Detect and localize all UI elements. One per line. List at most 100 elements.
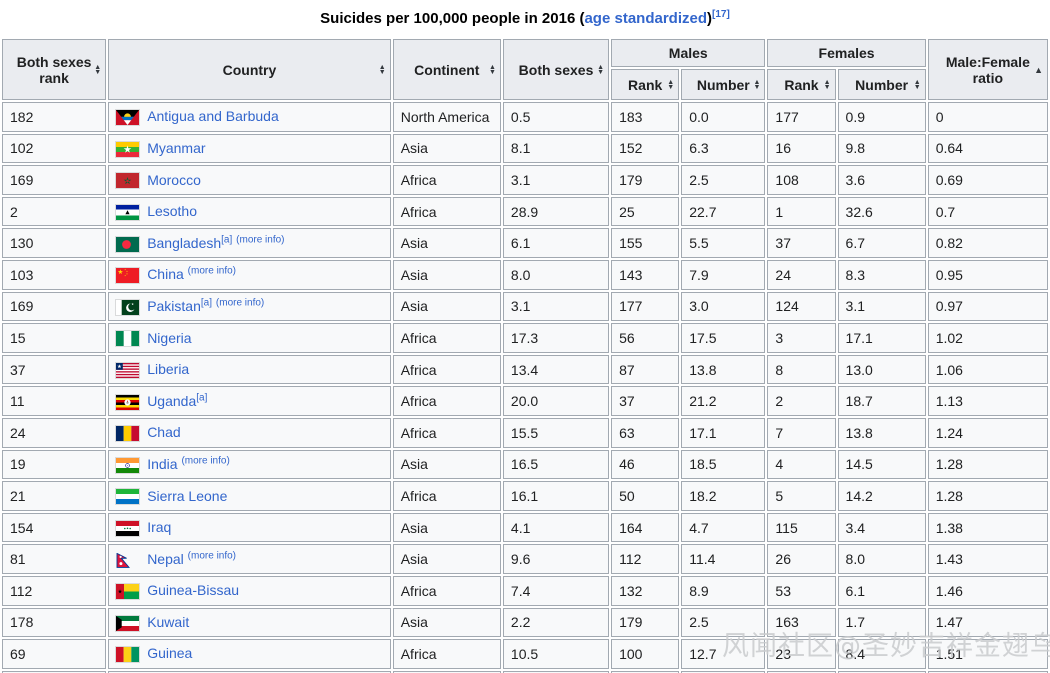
cell-male-number: 2.5 [681,165,766,195]
header-females-rank[interactable]: Rank ▲ ▼ [767,69,836,100]
cell-female-number: 6.1 [837,575,926,606]
cell-female-rank: 177 [767,102,836,132]
cell-male-rank: 100 [611,639,680,669]
cell-both-sexes-rank: 69 [2,639,107,669]
cell-male-rank: 63 [611,417,680,448]
cell-both-sexes: 16.1 [502,481,610,511]
table-row: 169 Pakistan[a] (more info) Asia 3.1 177 3.0 1… [2,291,1048,322]
cell-both-sexes: 28.9 [502,196,610,227]
cell-continent: Asia [392,607,501,638]
more-info-link[interactable]: (more info) [188,266,236,277]
cell-both-sexes-rank: 178 [2,607,107,638]
more-info-link[interactable]: (more info) [188,550,236,561]
header-both-sexes-rank[interactable]: Both sexes rank ▲ ▼ [2,39,107,100]
country-link[interactable]: Pakistan [147,298,201,314]
cell-female-rank: 23 [767,639,836,669]
cell-ratio: 0.69 [927,165,1048,195]
header-label: Number [696,76,750,93]
header-males-number[interactable]: Number ▲ ▼ [681,69,766,100]
cell-both-sexes: 3.1 [502,291,610,322]
country-link[interactable]: Iraq [147,519,171,535]
cell-country: Kuwait [108,607,391,638]
header-both-sexes[interactable]: Both sexes ▲ ▼ [502,39,610,100]
sort-both-icon: ▲ ▼ [488,63,496,76]
header-label: Both sexes rank [16,53,92,86]
reference-17-link[interactable]: [17] [712,9,730,20]
more-info-link[interactable]: (more info) [216,297,264,308]
more-info-link[interactable]: (more info) [236,234,284,245]
cell-female-number: 14.5 [837,449,926,480]
cell-female-number: 32.6 [837,196,926,227]
header-label: Continent [414,61,480,78]
cell-female-rank: 1 [767,196,836,227]
footnote-a-link[interactable]: [a] [201,297,212,308]
cell-both-sexes: 4.1 [502,512,610,543]
country-link[interactable]: Kuwait [147,614,189,630]
country-link[interactable]: Morocco [147,172,201,188]
cell-male-rank: 183 [611,102,680,132]
chad-flag-icon [115,425,141,443]
cell-male-rank: 152 [611,133,680,164]
cell-female-rank: 26 [767,544,836,574]
header-male-female-ratio[interactable]: Male:Female ratio ▲ [927,39,1048,100]
sort-both-icon: ▲ ▼ [667,78,675,91]
table-row: 69 Guinea Africa 10.5 100 12.7 23 8.4 1.51 [2,639,1048,669]
country-link[interactable]: Guinea-Bissau [147,582,239,598]
cell-male-rank: 177 [611,291,680,322]
country-link[interactable]: Bangladesh [147,235,221,251]
footnote-a-link[interactable]: [a] [196,392,207,403]
cell-male-number: 0.0 [681,102,766,132]
cell-female-rank: 8 [767,354,836,385]
cell-male-rank: 50 [611,481,680,511]
cell-ratio: 0.95 [927,259,1048,290]
table-row: 81 Nepal (more info) Asia 9.6 112 11.4 26 8.0 1.… [2,544,1048,574]
country-link[interactable]: Guinea [147,645,192,661]
cell-male-number: 5.5 [681,228,766,258]
cell-country: Guinea [108,639,391,669]
country-link[interactable]: Sierra Leone [147,488,227,504]
header-continent[interactable]: Continent ▲ ▼ [392,39,501,100]
cell-continent: Africa [392,354,501,385]
table-row: 178 Kuwait Asia 2.2 179 2.5 163 1.7 1.47 [2,607,1048,638]
header-females-number[interactable]: Number ▲ ▼ [837,69,926,100]
country-link[interactable]: Liberia [147,361,189,377]
iraq-flag-icon [115,519,141,537]
country-link[interactable]: Antigua and Barbuda [147,108,279,124]
header-males-rank[interactable]: Rank ▲ ▼ [611,69,680,100]
table-row: 15 Nigeria Africa 17.3 56 17.5 3 17.1 1.02 [2,323,1048,353]
cell-female-number: 14.2 [837,481,926,511]
country-link[interactable]: Chad [147,424,180,440]
country-link[interactable]: China [147,266,184,282]
cell-both-sexes-rank: 130 [2,228,107,258]
cell-country: Bangladesh[a] (more info) [108,228,391,258]
cell-female-number: 8.0 [837,544,926,574]
cell-country: Sierra Leone [108,481,391,511]
cell-ratio: 0.82 [927,228,1048,258]
cell-both-sexes-rank: 81 [2,544,107,574]
cell-male-rank: 112 [611,544,680,574]
country-link[interactable]: Nepal [147,551,184,567]
country-link[interactable]: Lesotho [147,203,197,219]
cell-male-number: 11.4 [681,544,766,574]
table-row: 154 Iraq Asia 4.1 164 4.7 115 3.4 1.38 [2,512,1048,543]
table-row: 11 Uganda[a] Africa 20.0 37 21.2 2 18.7 1.13 [2,386,1048,416]
more-info-link[interactable]: (more info) [181,455,229,466]
nigeria-flag-icon [115,330,141,348]
cell-female-number: 3.1 [837,291,926,322]
country-link[interactable]: Uganda [147,393,196,409]
cell-country: Lesotho [108,196,391,227]
title-text: Suicides per 100,000 people in 2016 ( [320,10,585,27]
age-standardized-link[interactable]: age standardized [584,10,707,27]
cell-country: Guinea-Bissau [108,575,391,606]
country-link[interactable]: India [147,456,177,472]
header-label: Number [855,76,909,93]
country-link[interactable]: Nigeria [147,330,191,346]
country-link[interactable]: Myanmar [147,140,205,156]
suicide-rate-table: Both sexes rank ▲ ▼ Country ▲ ▼ Continent … [0,37,1050,673]
footnote-a-link[interactable]: [a] [221,234,232,245]
header-country[interactable]: Country ▲ ▼ [108,39,391,100]
cell-male-number: 4.7 [681,512,766,543]
sort-both-icon: ▲ ▼ [94,63,102,76]
table-row: 130 Bangladesh[a] (more info) Asia 6.1 155 5.… [2,228,1048,258]
cell-male-number: 18.2 [681,481,766,511]
